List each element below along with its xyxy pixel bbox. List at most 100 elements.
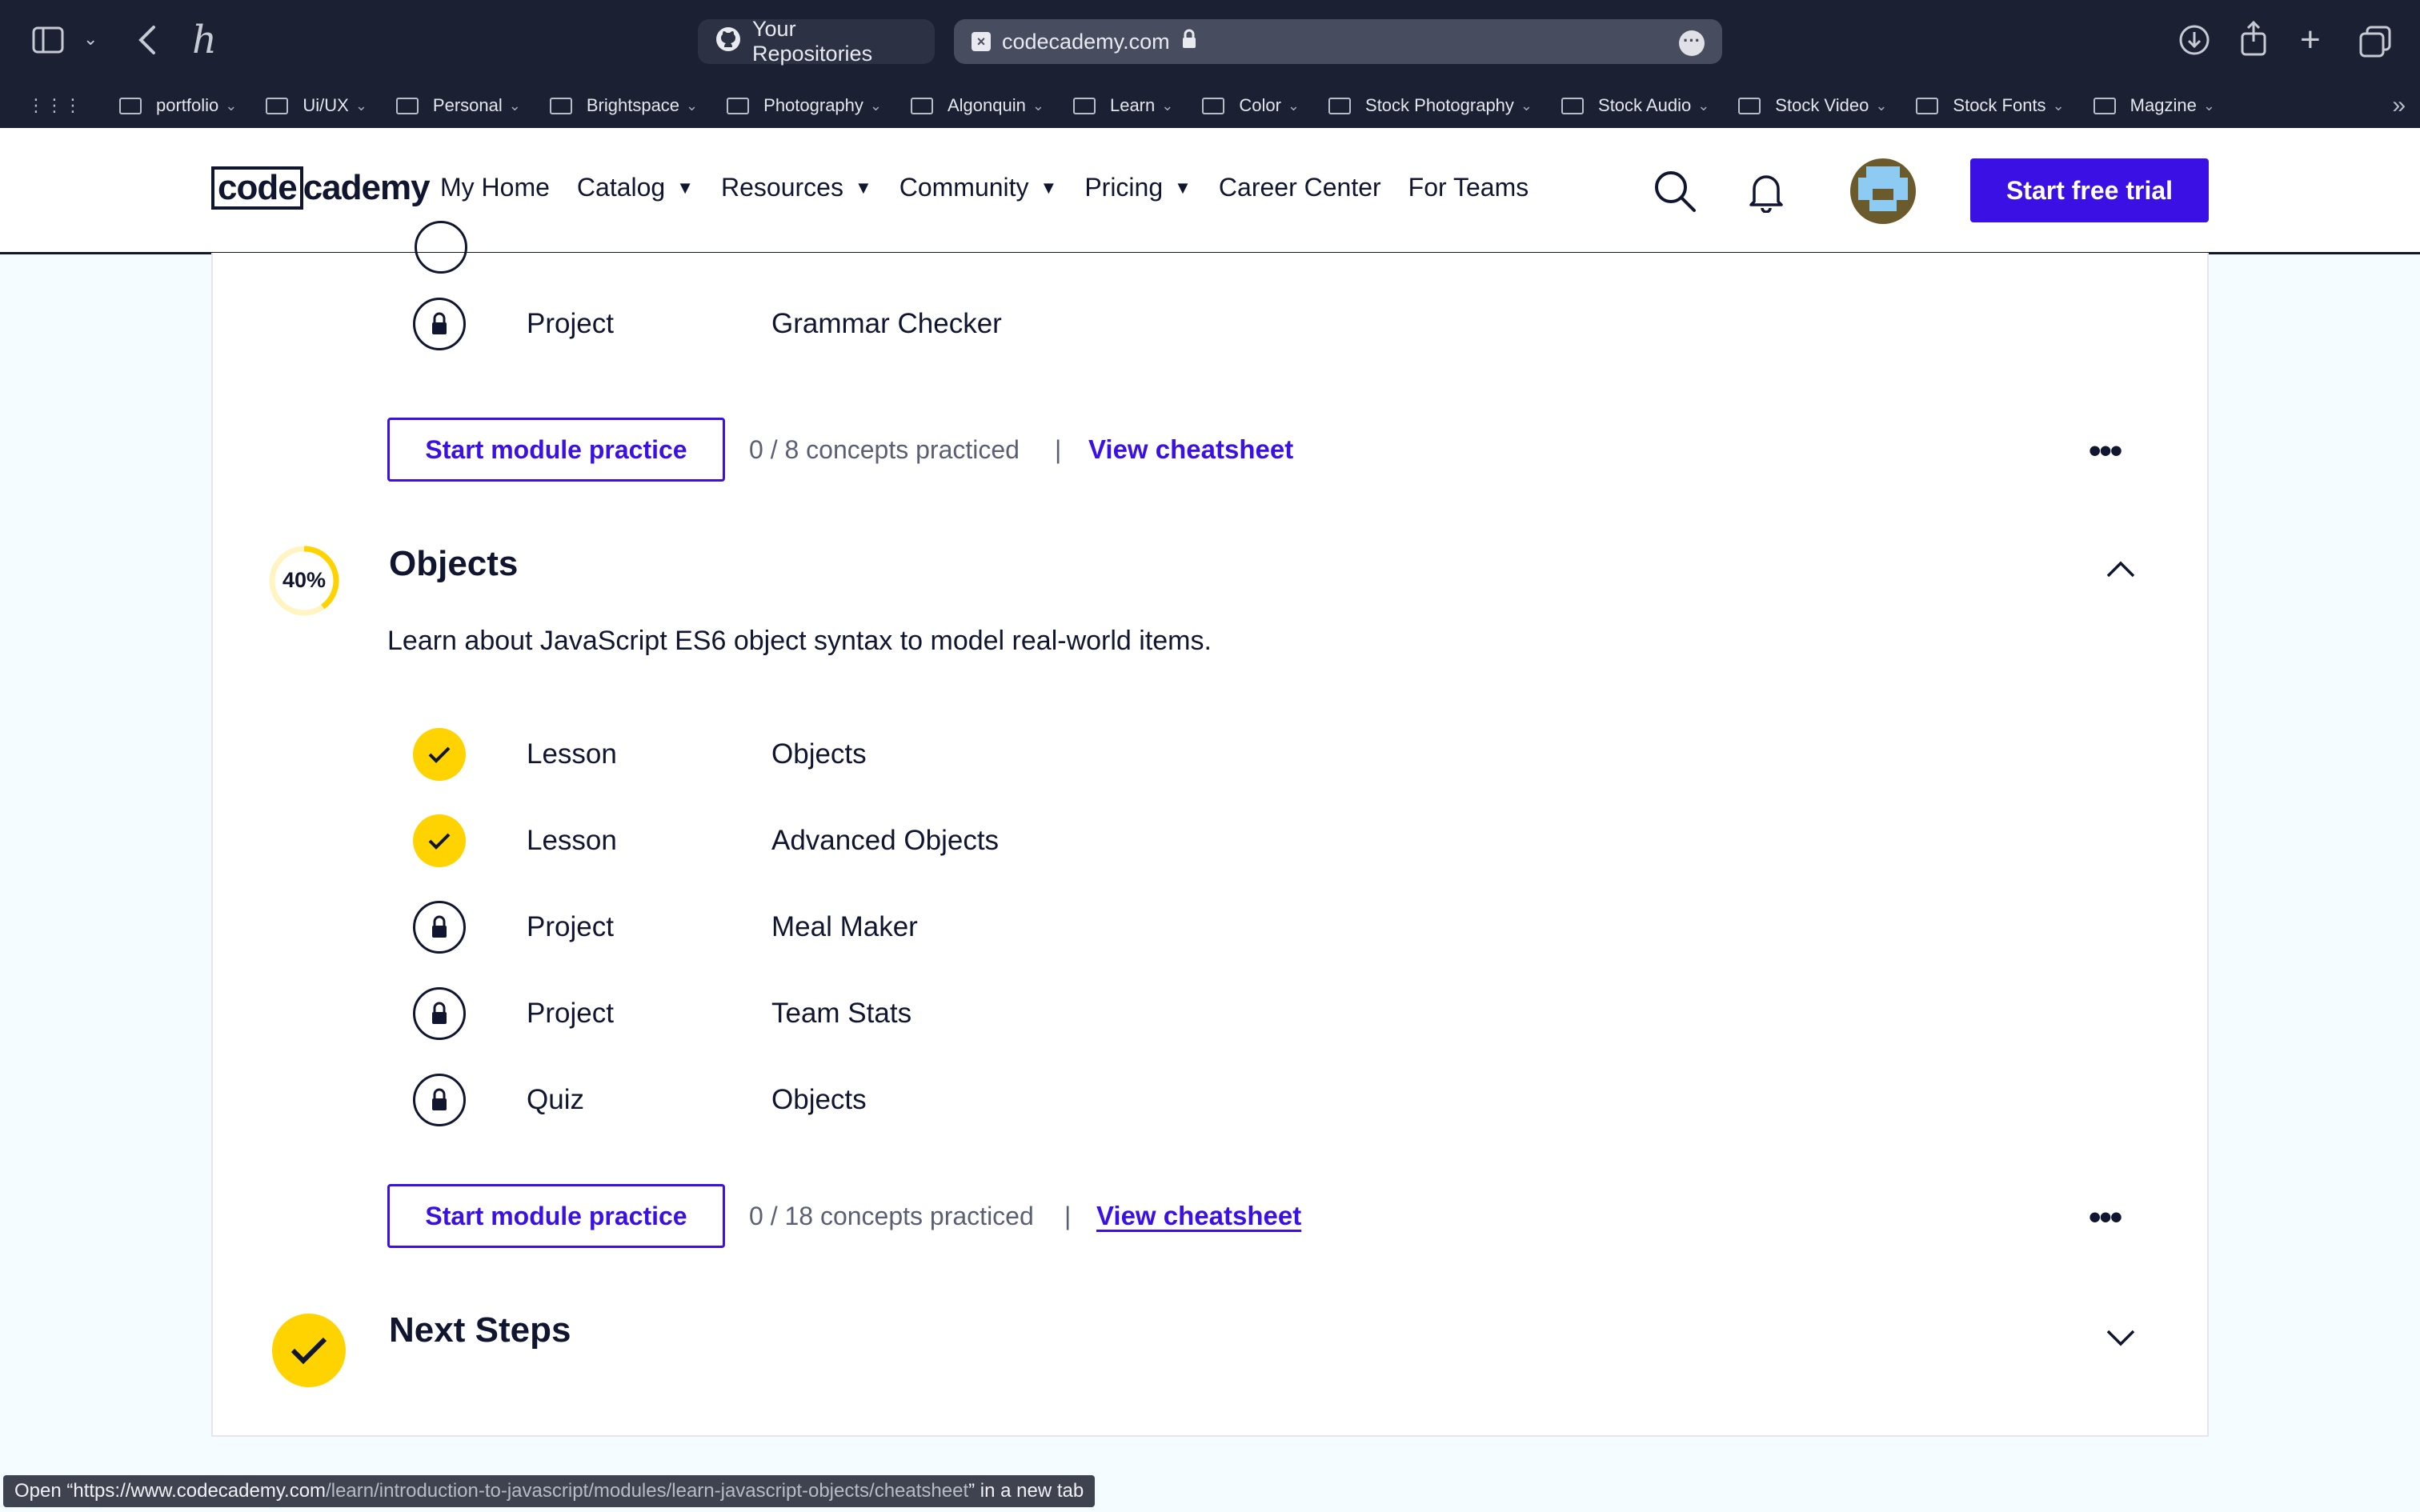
- folder-icon: [1328, 97, 1352, 114]
- main-nav: My Home Catalog ▼ Resources ▼ Community ▼ Prici…: [440, 173, 1556, 202]
- bookmark-folder[interactable]: Stock Fonts ⌄: [1916, 95, 2065, 116]
- avatar[interactable]: [1850, 158, 1916, 224]
- progress-percent: 40%: [282, 568, 327, 592]
- link-status-bar: Open “https://www.codecademy.com/learn/i…: [3, 1475, 1096, 1507]
- module-item[interactable]: Lesson Objects: [413, 726, 1533, 782]
- share-icon[interactable]: [2239, 20, 2268, 62]
- bookmark-label: Algonquin: [948, 95, 1026, 115]
- lock-icon: [413, 987, 466, 1040]
- tab-overview-icon[interactable]: [2359, 26, 2391, 63]
- chevron-down-icon[interactable]: ⌄: [83, 30, 98, 48]
- site-header: code cademy My Home Catalog ▼ Resources ▼ Com…: [0, 128, 2420, 254]
- chevron-down-icon: ⌄: [869, 97, 882, 114]
- tab-your-repositories[interactable]: Your Repositories: [698, 17, 935, 66]
- nav-label: Career Center: [1218, 173, 1381, 202]
- concepts-practiced: 0 / 18 concepts practiced: [749, 1202, 1034, 1230]
- chevron-down-icon: ⌄: [686, 97, 699, 114]
- module-title[interactable]: Next Steps: [389, 1310, 571, 1350]
- chevron-down-icon: ⌄: [1287, 97, 1300, 114]
- view-cheatsheet-link[interactable]: View cheatsheet: [1088, 434, 1293, 465]
- bell-icon[interactable]: [1748, 171, 1785, 217]
- item-title: Advanced Objects: [771, 825, 1000, 856]
- chevron-down-icon: ⌄: [1032, 97, 1044, 114]
- bookmark-folder[interactable]: Magzine ⌄: [2093, 95, 2215, 116]
- more-options-icon[interactable]: •••: [2089, 1200, 2122, 1235]
- nav-item-pricing[interactable]: Pricing ▼: [1084, 173, 1192, 202]
- more-bookmarks-icon[interactable]: »: [2392, 92, 2406, 119]
- folder-icon: [727, 97, 750, 114]
- sidebar-toggle-icon[interactable]: [32, 26, 64, 60]
- nav-item-community[interactable]: Community ▼: [899, 173, 1058, 202]
- bookmark-folder[interactable]: Photography ⌄: [727, 95, 882, 116]
- back-arrow-icon[interactable]: [138, 24, 157, 62]
- address-bar[interactable]: × codecademy.com ···: [954, 19, 1722, 64]
- nav-item-my-home[interactable]: My Home: [440, 173, 550, 202]
- logo-code: code: [211, 166, 303, 210]
- bookmark-folder[interactable]: Color ⌄: [1202, 95, 1300, 116]
- bookmark-label: Color: [1239, 95, 1281, 115]
- chevron-down-icon: ⌄: [1697, 97, 1710, 114]
- bookmark-label: Brightspace: [586, 95, 680, 115]
- module-item[interactable]: Project Grammar Checker: [413, 296, 1533, 352]
- more-options-icon[interactable]: ···: [1679, 30, 1705, 56]
- honey-extension-icon[interactable]: h: [192, 21, 217, 59]
- check-icon: [413, 814, 466, 867]
- item-title: Grammar Checker: [771, 308, 1002, 339]
- more-options-icon[interactable]: •••: [2089, 434, 2122, 469]
- item-title: Objects: [771, 1084, 867, 1115]
- bookmark-folder[interactable]: Brightspace ⌄: [549, 95, 699, 116]
- status-prefix: Open “https://www.codecademy.com: [14, 1480, 327, 1502]
- check-icon: [413, 728, 466, 781]
- folder-icon: [1202, 97, 1225, 114]
- bookmark-folder[interactable]: Ui/UX ⌄: [266, 95, 367, 116]
- bookmark-folder[interactable]: Learn ⌄: [1072, 95, 1174, 116]
- nav-label: Catalog: [576, 173, 666, 202]
- separator: |: [1064, 1202, 1072, 1230]
- codecademy-logo[interactable]: code cademy: [211, 166, 431, 210]
- nav-label: My Home: [440, 173, 550, 202]
- module-item[interactable]: Quiz Objects: [413, 1072, 1533, 1128]
- nav-item-catalog[interactable]: Catalog ▼: [577, 173, 694, 202]
- start-free-trial-button[interactable]: Start free trial: [1970, 158, 2209, 222]
- module-item[interactable]: Lesson Advanced Objects: [413, 813, 1533, 869]
- chevron-down-icon[interactable]: [2105, 1328, 2137, 1352]
- github-icon: [715, 26, 741, 58]
- search-icon[interactable]: [1653, 170, 1697, 217]
- chevron-down-icon: ⌄: [1161, 97, 1174, 114]
- folder-icon: [911, 97, 933, 114]
- item-type: Quiz: [527, 1084, 584, 1115]
- nav-label: Pricing: [1084, 173, 1164, 202]
- nav-item-for-teams[interactable]: For Teams: [1408, 173, 1529, 202]
- chevron-down-icon: ⌄: [1875, 97, 1888, 114]
- bookmark-folder[interactable]: Algonquin ⌄: [911, 95, 1044, 116]
- nav-item-resources[interactable]: Resources ▼: [721, 173, 872, 202]
- chevron-down-icon: ⌄: [1520, 97, 1533, 114]
- bookmark-folder[interactable]: Stock Photography ⌄: [1328, 95, 1533, 116]
- start-module-practice-button[interactable]: Start module practice: [387, 1184, 725, 1248]
- bookmark-folder[interactable]: Personal ⌄: [395, 95, 521, 116]
- module-title[interactable]: Objects: [389, 544, 518, 584]
- item-title: Team Stats: [771, 998, 912, 1029]
- chevron-up-icon[interactable]: [2105, 560, 2137, 584]
- bookmark-label: portfolio: [156, 95, 219, 115]
- nav-item-career-center[interactable]: Career Center: [1219, 173, 1381, 202]
- module-item[interactable]: Project Team Stats: [413, 986, 1533, 1042]
- tab-label: Your Repositories: [752, 17, 873, 66]
- folder-icon: [266, 97, 289, 114]
- bookmark-folder[interactable]: Stock Audio ⌄: [1561, 95, 1709, 116]
- apps-grid-icon[interactable]: ⋮⋮⋮: [27, 95, 82, 116]
- download-icon[interactable]: [2178, 24, 2210, 62]
- item-type: Lesson: [527, 738, 617, 770]
- browser-toolbar: ⌄ h Your Repositories × codecademy.com ·…: [0, 0, 2420, 82]
- item-type: Project: [527, 998, 614, 1029]
- bookmark-folder[interactable]: Stock Video ⌄: [1738, 95, 1887, 116]
- view-cheatsheet-link[interactable]: View cheatsheet: [1096, 1201, 1301, 1231]
- new-tab-icon[interactable]: +: [2300, 22, 2321, 58]
- bookmark-label: Magzine: [2130, 95, 2197, 115]
- bookmark-folder[interactable]: portfolio ⌄: [119, 95, 237, 116]
- bookmark-label: Stock Video: [1775, 95, 1869, 115]
- start-module-practice-button[interactable]: Start module practice: [387, 418, 725, 482]
- lock-icon: [413, 901, 466, 954]
- module-item[interactable]: Project Meal Maker: [413, 899, 1533, 955]
- logo-cademy: cademy: [302, 168, 431, 207]
